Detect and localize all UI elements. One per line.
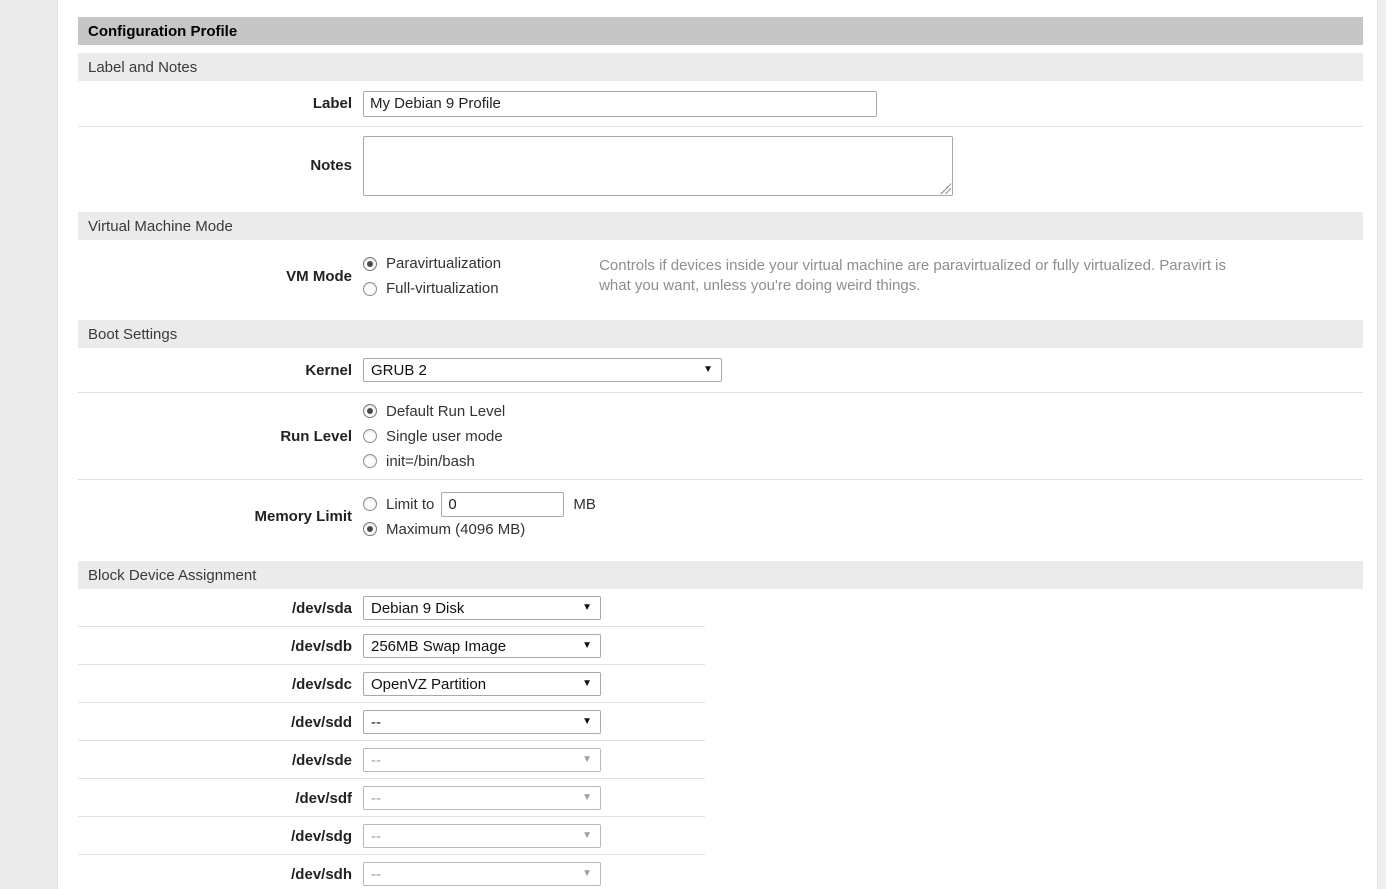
label-field-label: Label xyxy=(78,95,352,112)
vm-mode-help-text: Controls if devices inside your virtual … xyxy=(599,256,1231,296)
radio-default-run-level[interactable] xyxy=(363,404,377,418)
run-level-label: Run Level xyxy=(78,428,352,445)
chevron-down-icon: ▼ xyxy=(582,603,592,613)
block-device-row-sde: /dev/sde -- ▼ xyxy=(78,741,1363,779)
vertical-scrollbar[interactable] xyxy=(1377,0,1386,889)
chevron-down-icon: ▼ xyxy=(582,679,592,689)
section-header-block-devices: Block Device Assignment xyxy=(78,561,1363,589)
run-level-option-init-bash[interactable]: init=/bin/bash xyxy=(363,449,505,474)
radio-maximum[interactable] xyxy=(363,522,377,536)
page-title-bar: Configuration Profile xyxy=(78,17,1363,45)
selected-disk: 256MB Swap Image xyxy=(371,638,506,655)
device-label: /dev/sdf xyxy=(78,790,352,807)
radio-limit-to[interactable] xyxy=(363,497,377,511)
run-level-option-default[interactable]: Default Run Level xyxy=(363,399,505,424)
memory-limit-label: Memory Limit xyxy=(78,508,352,525)
selected-disk: -- xyxy=(371,866,381,883)
device-label: /dev/sdd xyxy=(78,714,352,731)
section-header-label-and-notes: Label and Notes xyxy=(78,53,1363,81)
configuration-profile-page: Configuration Profile Label and Notes La… xyxy=(0,0,1388,889)
kernel-selected-value: GRUB 2 xyxy=(371,362,427,379)
radio-single-user-mode[interactable] xyxy=(363,429,377,443)
page-title: Configuration Profile xyxy=(88,23,237,40)
run-level-row: Run Level Default Run Level Single user … xyxy=(78,393,1363,480)
sdh-disk-select: -- ▼ xyxy=(363,862,601,886)
section-header-boot-settings: Boot Settings xyxy=(78,320,1363,348)
chevron-down-icon: ▼ xyxy=(582,831,592,841)
sdc-disk-select[interactable]: OpenVZ Partition ▼ xyxy=(363,672,601,696)
sdd-disk-select[interactable]: -- ▼ xyxy=(363,710,601,734)
notes-row: Notes xyxy=(78,127,1363,204)
selected-disk: Debian 9 Disk xyxy=(371,600,464,617)
memory-unit-label: MB xyxy=(573,496,596,513)
config-form: Configuration Profile Label and Notes La… xyxy=(78,0,1363,889)
sdg-disk-select: -- ▼ xyxy=(363,824,601,848)
notes-field-label: Notes xyxy=(78,157,352,174)
vm-mode-label: VM Mode xyxy=(78,268,352,285)
memory-limit-option-limit-to[interactable]: Limit to MB xyxy=(363,492,596,517)
device-label: /dev/sde xyxy=(78,752,352,769)
kernel-label: Kernel xyxy=(78,362,352,379)
block-device-row-sdf: /dev/sdf -- ▼ xyxy=(78,779,1363,817)
sdf-disk-select: -- ▼ xyxy=(363,786,601,810)
chevron-down-icon: ▼ xyxy=(582,793,592,803)
section-title: Virtual Machine Mode xyxy=(88,218,233,235)
block-device-row-sdh: /dev/sdh -- ▼ xyxy=(78,855,1363,889)
device-label: /dev/sdb xyxy=(78,638,352,655)
vm-mode-option-paravirtualization[interactable]: Paravirtualization xyxy=(363,251,501,276)
section-title: Block Device Assignment xyxy=(88,567,256,584)
label-input[interactable] xyxy=(363,91,877,117)
selected-disk: -- xyxy=(371,714,381,731)
left-margin-strip xyxy=(0,0,58,889)
selected-disk: -- xyxy=(371,752,381,769)
vm-mode-option-full-virtualization[interactable]: Full-virtualization xyxy=(363,276,501,301)
memory-limit-input[interactable] xyxy=(441,492,564,517)
chevron-down-icon: ▼ xyxy=(582,641,592,651)
memory-limit-row: Memory Limit Limit to MB Maximum (4096 M… xyxy=(78,480,1363,553)
chevron-down-icon: ▼ xyxy=(582,717,592,727)
run-level-option-single-user[interactable]: Single user mode xyxy=(363,424,505,449)
block-device-row-sdc: /dev/sdc OpenVZ Partition ▼ xyxy=(78,665,1363,703)
device-label: /dev/sda xyxy=(78,600,352,617)
radio-paravirtualization[interactable] xyxy=(363,257,377,271)
block-device-row-sdd: /dev/sdd -- ▼ xyxy=(78,703,1363,741)
selected-disk: -- xyxy=(371,828,381,845)
kernel-row: Kernel GRUB 2 ▼ xyxy=(78,348,1363,393)
device-label: /dev/sdc xyxy=(78,676,352,693)
section-title: Boot Settings xyxy=(88,326,177,343)
block-device-row-sdb: /dev/sdb 256MB Swap Image ▼ xyxy=(78,627,1363,665)
vm-mode-row: VM Mode Paravirtualization Full-virtuali… xyxy=(78,240,1363,312)
kernel-select[interactable]: GRUB 2 ▼ xyxy=(363,358,722,382)
block-device-row-sda: /dev/sda Debian 9 Disk ▼ xyxy=(78,589,1363,627)
selected-disk: OpenVZ Partition xyxy=(371,676,486,693)
selected-disk: -- xyxy=(371,790,381,807)
sde-disk-select: -- ▼ xyxy=(363,748,601,772)
section-header-vm-mode: Virtual Machine Mode xyxy=(78,212,1363,240)
sda-disk-select[interactable]: Debian 9 Disk ▼ xyxy=(363,596,601,620)
device-label: /dev/sdh xyxy=(78,866,352,883)
sdb-disk-select[interactable]: 256MB Swap Image ▼ xyxy=(363,634,601,658)
block-device-row-sdg: /dev/sdg -- ▼ xyxy=(78,817,1363,855)
memory-limit-option-maximum[interactable]: Maximum (4096 MB) xyxy=(363,517,596,542)
label-row: Label xyxy=(78,81,1363,127)
chevron-down-icon: ▼ xyxy=(703,365,713,375)
radio-full-virtualization[interactable] xyxy=(363,282,377,296)
radio-init-bash[interactable] xyxy=(363,454,377,468)
chevron-down-icon: ▼ xyxy=(582,869,592,879)
chevron-down-icon: ▼ xyxy=(582,755,592,765)
notes-textarea[interactable] xyxy=(363,136,953,196)
section-title: Label and Notes xyxy=(88,59,197,76)
device-label: /dev/sdg xyxy=(78,828,352,845)
